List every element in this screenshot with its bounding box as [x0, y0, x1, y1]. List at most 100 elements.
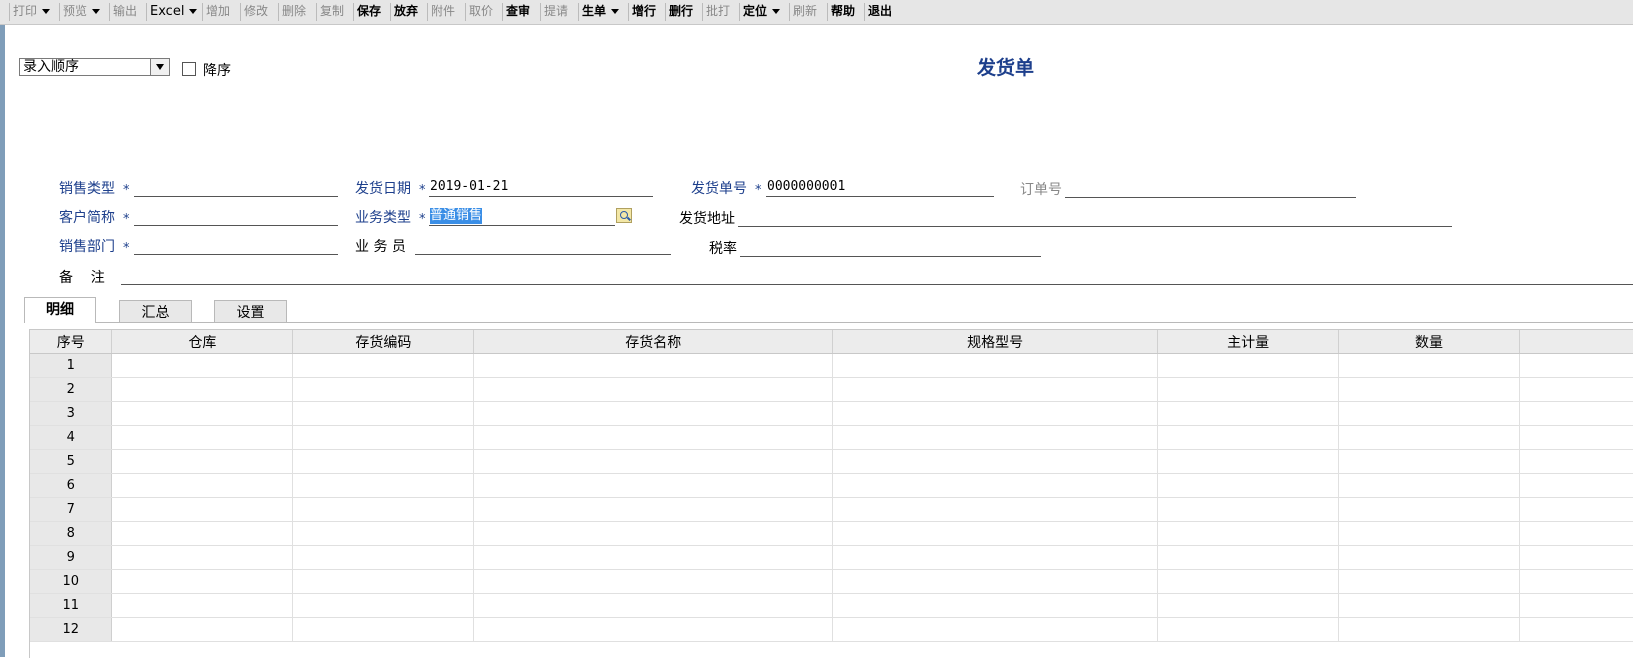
- table-cell[interactable]: [473, 449, 834, 474]
- column-header[interactable]: [1519, 330, 1633, 354]
- table-cell[interactable]: [1157, 353, 1340, 378]
- table-cell[interactable]: [111, 521, 294, 546]
- toolbar-button-3[interactable]: Excel: [150, 1, 184, 22]
- table-row[interactable]: 11: [30, 593, 1633, 618]
- chevron-down-icon[interactable]: [611, 9, 619, 14]
- chevron-down-icon[interactable]: [189, 9, 197, 14]
- table-row[interactable]: 4: [30, 425, 1633, 450]
- table-cell[interactable]: [292, 497, 475, 522]
- toolbar-button-15[interactable]: 增行: [632, 1, 656, 22]
- toolbar-button-18[interactable]: 定位: [743, 1, 767, 22]
- table-cell[interactable]: [1519, 377, 1633, 402]
- clerk-field[interactable]: [415, 254, 671, 255]
- table-cell[interactable]: [1519, 617, 1633, 642]
- table-cell[interactable]: [1519, 353, 1633, 378]
- toolbar-button-21[interactable]: 退出: [868, 1, 892, 22]
- table-cell[interactable]: [832, 353, 1159, 378]
- table-cell[interactable]: [292, 425, 475, 450]
- table-cell[interactable]: [1157, 593, 1340, 618]
- table-cell[interactable]: [832, 521, 1159, 546]
- ship-date-field[interactable]: [429, 196, 653, 197]
- table-cell[interactable]: [1519, 545, 1633, 570]
- table-cell[interactable]: [292, 353, 475, 378]
- table-cell[interactable]: [111, 569, 294, 594]
- table-cell[interactable]: [1519, 401, 1633, 426]
- customer-field[interactable]: [134, 225, 338, 226]
- table-cell[interactable]: [1157, 425, 1340, 450]
- column-header[interactable]: 存货名称: [473, 330, 834, 354]
- table-cell[interactable]: [1338, 401, 1520, 426]
- table-cell[interactable]: [111, 449, 294, 474]
- table-cell[interactable]: [292, 473, 475, 498]
- table-cell[interactable]: [1338, 545, 1520, 570]
- table-cell[interactable]: [111, 401, 294, 426]
- business-type-field[interactable]: [429, 225, 615, 226]
- sales-type-field[interactable]: [134, 196, 338, 197]
- toolbar-button-9[interactable]: 放弃: [394, 1, 418, 22]
- column-header[interactable]: 主计量: [1157, 330, 1340, 354]
- table-row[interactable]: 2: [30, 377, 1633, 402]
- table-cell[interactable]: [473, 521, 834, 546]
- table-cell[interactable]: [832, 473, 1159, 498]
- table-row[interactable]: 5: [30, 449, 1633, 474]
- table-cell[interactable]: [832, 617, 1159, 642]
- toolbar-button-19[interactable]: 刷新: [793, 1, 817, 22]
- table-cell[interactable]: [1157, 497, 1340, 522]
- chevron-down-icon[interactable]: [92, 9, 100, 14]
- toolbar-button-14[interactable]: 生单: [582, 1, 606, 22]
- tab-settings[interactable]: 设置: [214, 300, 287, 322]
- toolbar-button-0[interactable]: 打印: [13, 1, 37, 22]
- table-cell[interactable]: [1519, 593, 1633, 618]
- column-header[interactable]: 序号: [30, 330, 113, 354]
- table-cell[interactable]: [473, 593, 834, 618]
- table-cell[interactable]: [832, 449, 1159, 474]
- table-cell[interactable]: [111, 593, 294, 618]
- sales-department-field[interactable]: [134, 254, 338, 255]
- table-cell[interactable]: [832, 401, 1159, 426]
- table-cell[interactable]: [1519, 473, 1633, 498]
- table-cell[interactable]: [1338, 473, 1520, 498]
- toolbar-button-2[interactable]: 输出: [113, 1, 137, 22]
- table-cell[interactable]: [1338, 569, 1520, 594]
- toolbar-button-12[interactable]: 查审: [506, 1, 530, 22]
- table-cell[interactable]: [1157, 569, 1340, 594]
- table-cell[interactable]: [1519, 521, 1633, 546]
- table-cell[interactable]: [292, 593, 475, 618]
- table-cell[interactable]: [1338, 617, 1520, 642]
- table-row[interactable]: 7: [30, 497, 1633, 522]
- table-cell[interactable]: [1157, 449, 1340, 474]
- table-cell[interactable]: [111, 545, 294, 570]
- table-cell[interactable]: [1157, 377, 1340, 402]
- table-cell[interactable]: [111, 425, 294, 450]
- descending-checkbox[interactable]: [182, 62, 196, 76]
- table-cell[interactable]: [111, 377, 294, 402]
- table-cell[interactable]: [292, 617, 475, 642]
- toolbar-button-1[interactable]: 预览: [63, 1, 87, 22]
- table-cell[interactable]: [1338, 449, 1520, 474]
- order-number-field[interactable]: [1065, 197, 1356, 198]
- table-cell[interactable]: [1157, 617, 1340, 642]
- tab-detail[interactable]: 明细: [24, 297, 96, 323]
- column-header[interactable]: 存货编码: [292, 330, 475, 354]
- table-cell[interactable]: [1157, 545, 1340, 570]
- table-cell[interactable]: [292, 449, 475, 474]
- table-cell[interactable]: [1519, 449, 1633, 474]
- table-cell[interactable]: [473, 569, 834, 594]
- ship-number-field[interactable]: [766, 196, 994, 197]
- table-cell[interactable]: [111, 473, 294, 498]
- table-cell[interactable]: [292, 545, 475, 570]
- table-cell[interactable]: [1519, 497, 1633, 522]
- table-cell[interactable]: [1338, 521, 1520, 546]
- table-cell[interactable]: [473, 545, 834, 570]
- table-cell[interactable]: [1338, 425, 1520, 450]
- chevron-down-icon[interactable]: [42, 9, 50, 14]
- table-cell[interactable]: [292, 521, 475, 546]
- ship-address-field[interactable]: [738, 226, 1452, 227]
- table-cell[interactable]: [111, 617, 294, 642]
- toolbar-button-7[interactable]: 复制: [320, 1, 344, 22]
- tab-summary[interactable]: 汇总: [119, 300, 192, 322]
- table-cell[interactable]: [1157, 473, 1340, 498]
- column-header[interactable]: 数量: [1338, 330, 1520, 354]
- chevron-down-icon[interactable]: [772, 9, 780, 14]
- table-row[interactable]: 6: [30, 473, 1633, 498]
